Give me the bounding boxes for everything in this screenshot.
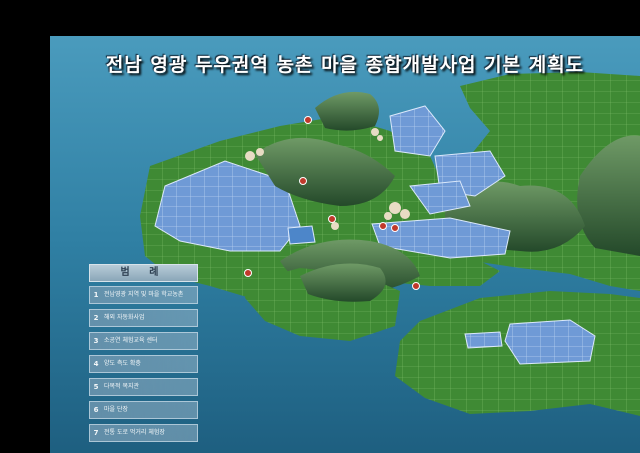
map-marker [412, 282, 420, 290]
map-frame: 전남 영광 두우권역 농촌 마을 종합개발사업 기본 계획도 범 례 1 전남영… [50, 36, 640, 453]
map-marker [244, 269, 252, 277]
map-marker [304, 116, 312, 124]
legend-item-label: 전남영광 지역 및 마을 학교농촌 [104, 291, 184, 298]
map-marker [379, 222, 387, 230]
legend-item: 4 양도 측도 확충 [89, 355, 198, 373]
legend-item-label: 전통 도로 먹거리 체험장 [104, 429, 165, 436]
legend-item-label: 소공연 체험교육 센터 [104, 337, 158, 344]
legend-item: 5 다목적 복지관 [89, 378, 198, 396]
legend-item-number: 4 [93, 360, 99, 368]
legend-item: 3 소공연 체험교육 센터 [89, 332, 198, 350]
legend-item: 7 전통 도로 먹거리 체험장 [89, 424, 198, 442]
legend-item-label: 다목적 복지관 [104, 383, 140, 390]
map-marker [328, 215, 336, 223]
legend-item-number: 5 [93, 383, 99, 391]
legend-item-number: 7 [93, 429, 99, 437]
legend-panel: 범 례 1 전남영광 지역 및 마을 학교농촌 2 해외 자동화사업 3 소공연… [89, 264, 198, 447]
page-title: 전남 영광 두우권역 농촌 마을 종합개발사업 기본 계획도 [105, 54, 585, 76]
legend-item: 2 해외 자동화사업 [89, 309, 198, 327]
legend-item: 6 마을 단장 [89, 401, 198, 419]
legend-item-label: 해외 자동화사업 [104, 314, 145, 321]
map-marker [391, 224, 399, 232]
legend-item-number: 2 [93, 314, 99, 322]
legend-item: 1 전남영광 지역 및 마을 학교농촌 [89, 286, 198, 304]
map-marker [299, 177, 307, 185]
pond [287, 225, 316, 245]
field-southeast-small [464, 331, 503, 349]
legend-item-number: 6 [93, 406, 99, 414]
legend-item-label: 양도 측도 확충 [104, 360, 141, 367]
legend-item-label: 마을 단장 [104, 406, 128, 413]
legend-header: 범 례 [89, 264, 198, 282]
legend-item-number: 3 [93, 337, 99, 345]
legend-item-number: 1 [93, 291, 99, 299]
